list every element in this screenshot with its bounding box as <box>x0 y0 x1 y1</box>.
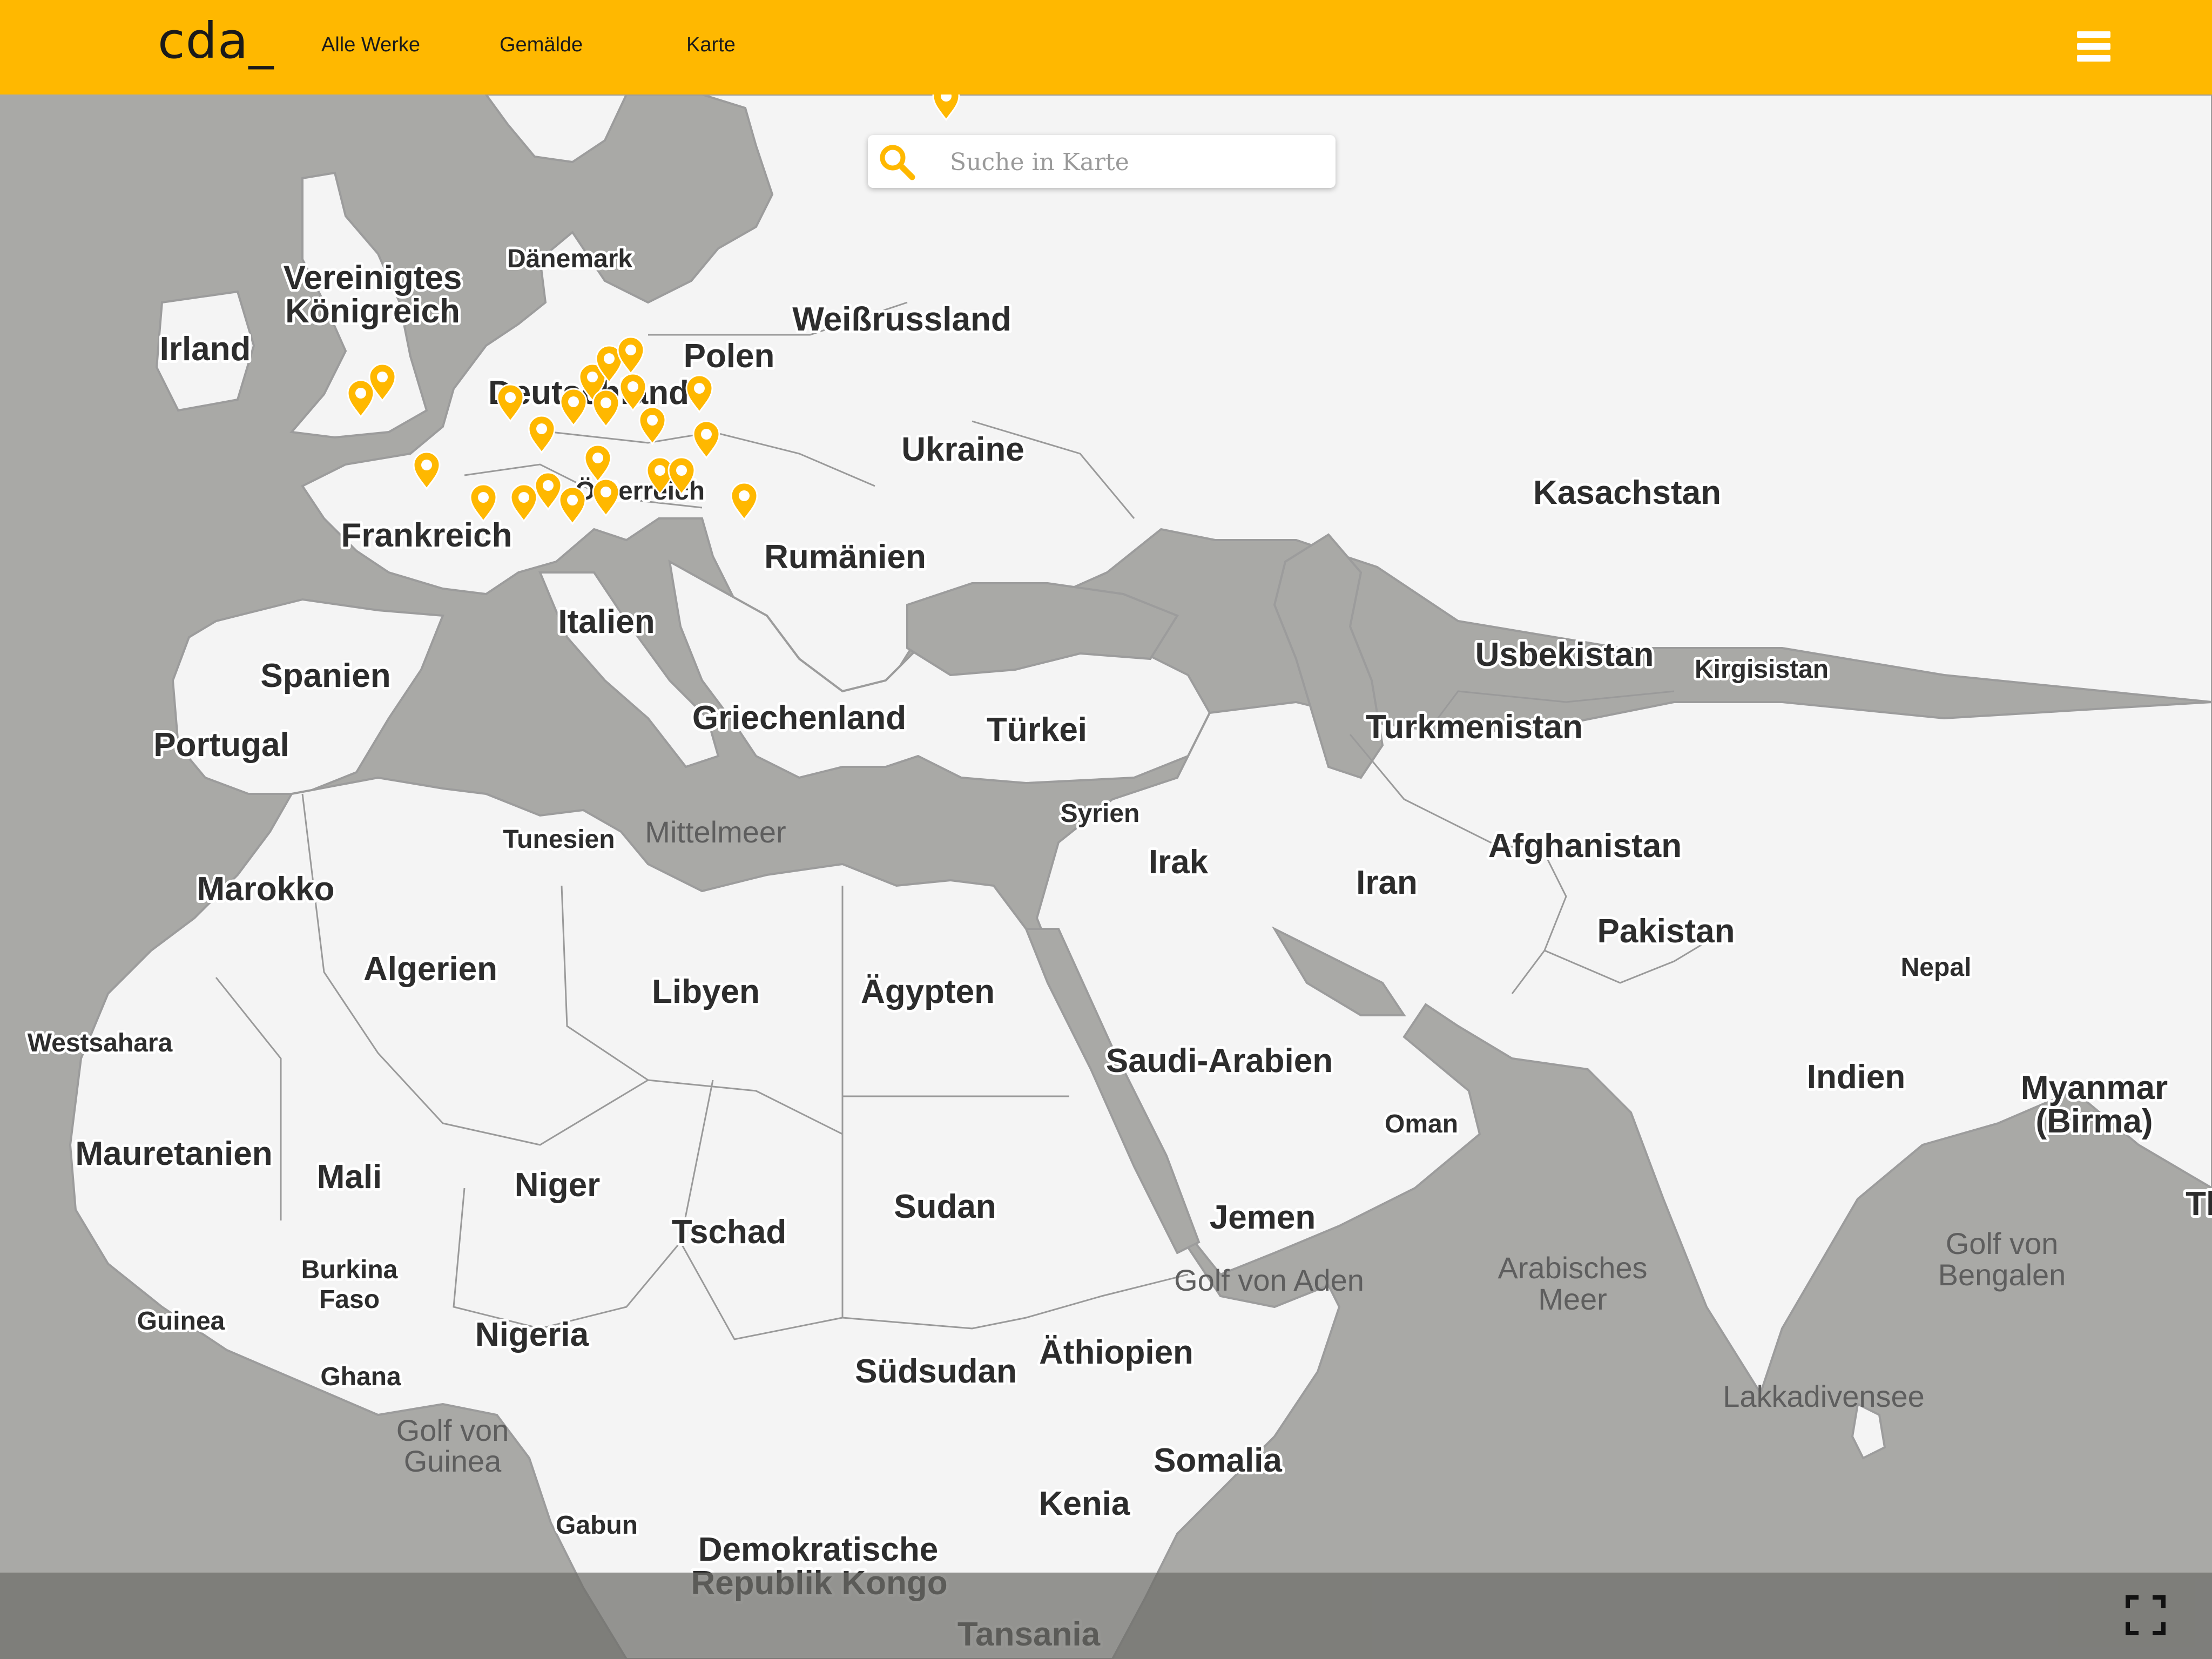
country-label: Turkmenistan <box>1366 709 1583 746</box>
search-icon[interactable] <box>876 141 918 183</box>
nav-link-karte[interactable]: Karte <box>686 33 736 57</box>
country-label: Iran <box>1356 864 1418 901</box>
country-label: Niger <box>515 1166 600 1204</box>
sea-label: Guinea <box>404 1444 502 1478</box>
country-label: Weißrussland <box>792 301 1011 338</box>
country-label: Pakistan <box>1597 913 1735 950</box>
country-label: Sudan <box>894 1188 996 1225</box>
country-label: Vereinigtes <box>284 259 462 296</box>
country-label: Ghana <box>320 1363 401 1391</box>
country-label: Dänemark <box>507 245 632 273</box>
sea-label: Meer <box>1538 1282 1607 1316</box>
country-label: Th <box>2186 1185 2212 1223</box>
country-label: Myanmar <box>2021 1069 2168 1107</box>
country-label: Irland <box>160 331 251 368</box>
country-label: Äthiopien <box>1039 1334 1193 1371</box>
logo[interactable]: cda_ <box>158 12 274 70</box>
country-label: (Birma) <box>2035 1103 2153 1140</box>
country-label: Algerien <box>363 950 497 988</box>
nav-link-alle-werke[interactable]: Alle Werke <box>321 33 420 57</box>
country-label: Südsudan <box>855 1353 1017 1390</box>
country-label: Burkina <box>301 1256 398 1284</box>
country-label: Gabun <box>556 1511 638 1540</box>
country-label: Saudi-Arabien <box>1106 1042 1333 1080</box>
world-map[interactable]: Mittelmeer Golf von Aden ArabischesMeer Gol… <box>0 0 2212 1659</box>
country-label: Nepal <box>1901 953 1972 982</box>
sea-label: Golf von <box>1946 1226 2059 1260</box>
country-label: Faso <box>319 1285 380 1314</box>
country-label: Marokko <box>197 871 335 908</box>
country-label: Kirgisistan <box>1695 655 1829 684</box>
country-label: Afghanistan <box>1488 827 1682 865</box>
sea-label: Lakkadivensee <box>1723 1379 1925 1413</box>
sea-label: Golf von Aden <box>1174 1263 1364 1297</box>
country-label: Syrien <box>1061 799 1140 828</box>
sea-label: Arabisches <box>1498 1251 1647 1285</box>
map-search-box <box>868 135 1336 188</box>
hamburger-icon[interactable] <box>2077 31 2110 65</box>
bottom-bar <box>0 1573 2212 1659</box>
country-label: Rumänien <box>764 538 926 576</box>
map-search-input[interactable] <box>949 144 1324 180</box>
country-label: Mauretanien <box>75 1135 272 1172</box>
country-label: Ägypten <box>861 973 995 1010</box>
nav-link-gemaelde[interactable]: Gemälde <box>500 33 583 57</box>
country-label: Libyen <box>652 973 760 1010</box>
sea-label: Mittelmeer <box>645 815 786 849</box>
country-label: Türkei <box>987 711 1087 748</box>
country-label: Demokratische <box>698 1531 939 1568</box>
country-label: Mali <box>317 1158 382 1196</box>
country-label: Portugal <box>153 726 289 764</box>
sea-label: Bengalen <box>1938 1258 2066 1292</box>
country-label: Spanien <box>260 657 390 694</box>
country-label: Indien <box>1807 1058 1906 1096</box>
country-label: Tunesien <box>503 825 615 854</box>
country-label: Tschad <box>672 1213 786 1251</box>
country-label: Frankreich <box>341 517 512 554</box>
country-label: Westsahara <box>28 1029 173 1057</box>
top-navbar: cda_ Alle Werke Gemälde Karte <box>0 0 2212 95</box>
sea-label: Golf von <box>396 1413 509 1447</box>
fullscreen-icon[interactable] <box>2126 1595 2166 1635</box>
country-label: Ukraine <box>901 431 1024 468</box>
country-label: Irak <box>1149 844 1209 881</box>
country-label: Griechenland <box>692 699 906 737</box>
country-label: Oman <box>1385 1110 1458 1138</box>
country-label: Somalia <box>1154 1442 1282 1479</box>
country-label: Kasachstan <box>1533 474 1721 511</box>
country-label: Polen <box>684 338 775 375</box>
country-label: Kenia <box>1039 1485 1130 1522</box>
country-label: Italien <box>558 603 655 640</box>
country-label: Guinea <box>137 1307 225 1336</box>
country-label: Nigeria <box>475 1316 589 1353</box>
country-label: Usbekistan <box>1475 636 1654 673</box>
country-label: Königreich <box>285 293 460 330</box>
country-label: Jemen <box>1210 1199 1316 1236</box>
